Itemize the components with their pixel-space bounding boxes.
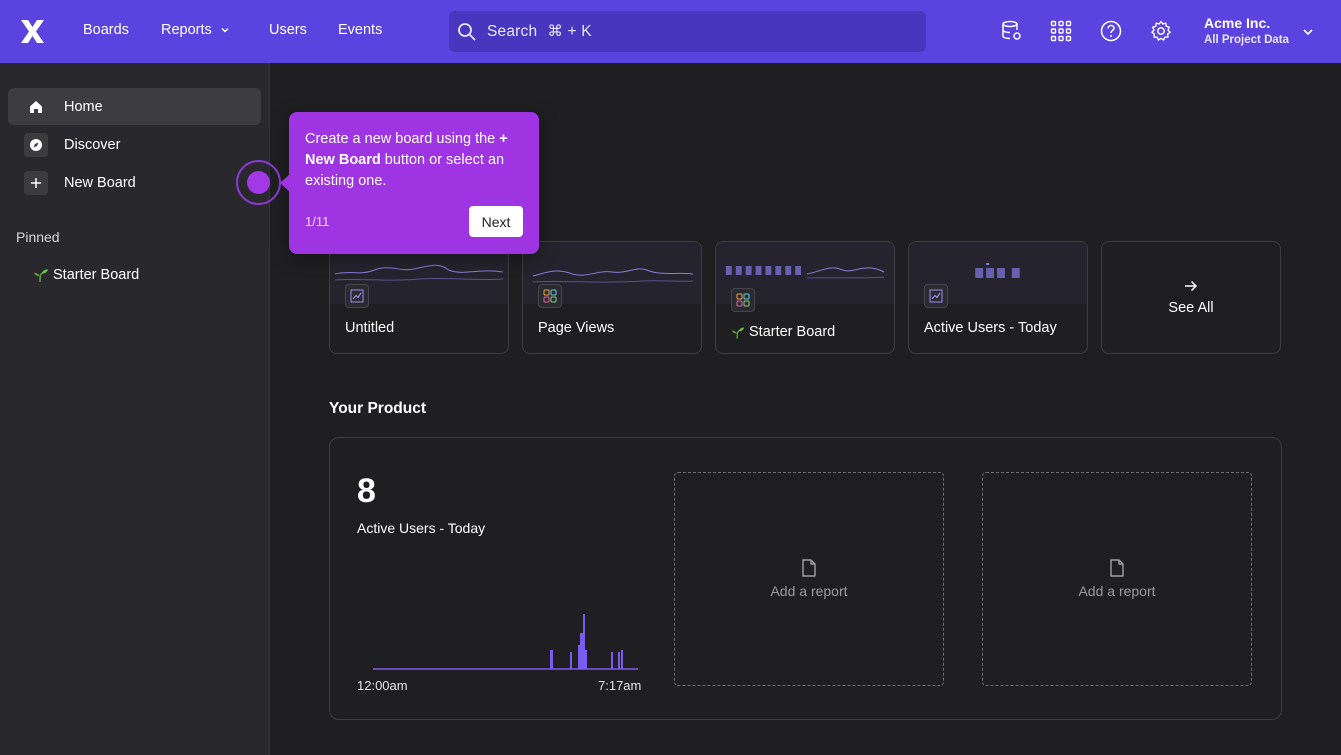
chevron-down-icon xyxy=(221,27,229,33)
board-card-active-users-today[interactable]: Active Users - Today xyxy=(908,241,1088,354)
line-chart-icon xyxy=(924,284,948,308)
tour-step-counter: 1/11 xyxy=(305,214,330,229)
pinned-item-label: Starter Board xyxy=(53,267,140,283)
nav-events[interactable]: Events xyxy=(338,22,382,38)
metric-value[interactable]: 8 xyxy=(357,472,376,511)
nav-users-label: Users xyxy=(269,22,307,38)
line-chart-icon xyxy=(345,284,369,308)
pinned-heading: Pinned xyxy=(16,229,60,245)
see-all-boards-button[interactable]: See All xyxy=(1101,241,1281,354)
add-report-slot[interactable]: Add a report xyxy=(982,472,1252,686)
sidebar-item-label: New Board xyxy=(64,174,136,191)
board-card-starter-board[interactable]: Starter Board xyxy=(715,241,895,354)
search-icon xyxy=(458,22,476,41)
see-all-label: See All xyxy=(1168,299,1214,316)
search-label: Search xyxy=(487,22,538,40)
nav-boards[interactable]: Boards xyxy=(83,22,129,38)
search-bar[interactable]: Search ⌘ + K xyxy=(449,11,926,52)
nav-events-label: Events xyxy=(338,22,383,38)
logo-icon[interactable] xyxy=(19,18,46,45)
tour-tooltip: Create a new board using the + New Board… xyxy=(280,112,539,254)
sidebar-item-discover[interactable]: Discover xyxy=(8,126,261,163)
grid-icon xyxy=(538,284,562,308)
board-card-untitled[interactable]: Untitled xyxy=(329,241,509,354)
nav-boards-label: Boards xyxy=(83,22,129,38)
database-settings-icon[interactable] xyxy=(1001,20,1023,42)
add-report-label: Add a report xyxy=(770,583,848,599)
board-card-label: Starter Board xyxy=(749,324,836,340)
chevron-down-icon[interactable] xyxy=(1302,27,1314,37)
add-report-slot[interactable]: Add a report xyxy=(674,472,944,686)
active-users-sparkline xyxy=(373,614,638,670)
sidebar-item-new-board[interactable]: New Board xyxy=(8,164,261,201)
help-icon[interactable] xyxy=(1100,20,1122,42)
tour-text-before: Create a new board using the xyxy=(305,131,496,147)
plus-icon xyxy=(24,170,48,195)
home-icon xyxy=(24,95,48,119)
org-scope: All Project Data xyxy=(1204,34,1289,46)
sidebar: Home Discover New Board Pinned Starter B… xyxy=(0,63,270,755)
nav-reports-label: Reports xyxy=(161,22,212,38)
sprout-icon xyxy=(731,327,745,339)
axis-end-label: 7:17am xyxy=(598,678,642,693)
sidebar-item-label: Discover xyxy=(64,136,121,153)
board-card-label: Untitled xyxy=(345,320,395,336)
board-card-page-views[interactable]: Page Views xyxy=(522,241,702,354)
document-icon xyxy=(1110,559,1124,577)
org-name: Acme Inc. xyxy=(1204,15,1271,31)
grid-icon xyxy=(731,288,755,312)
section-title: Your Product xyxy=(329,400,427,417)
settings-gear-icon[interactable] xyxy=(1150,20,1172,42)
document-icon xyxy=(802,559,816,577)
tour-next-button[interactable]: Next xyxy=(469,206,523,237)
search-shortcut: ⌘ + K xyxy=(547,23,592,40)
tour-text: Create a new board using the + New Board… xyxy=(305,129,523,192)
metric-label[interactable]: Active Users - Today xyxy=(357,520,485,536)
sidebar-item-label: Home xyxy=(64,98,103,115)
board-card-label-row: Starter Board xyxy=(731,324,835,340)
board-card-label: Active Users - Today xyxy=(924,320,1057,336)
axis-start-label: 12:00am xyxy=(357,678,408,693)
pinned-item-starter-board[interactable]: Starter Board xyxy=(33,267,139,283)
tour-beacon[interactable] xyxy=(247,171,270,194)
sidebar-item-home[interactable]: Home xyxy=(8,88,261,125)
nav-users[interactable]: Users xyxy=(269,22,307,38)
nav-reports[interactable]: Reports xyxy=(161,22,230,38)
organization-switcher[interactable]: Acme Inc. All Project Data xyxy=(1204,15,1289,46)
arrow-right-icon xyxy=(1185,280,1198,291)
top-navigation-bar: Boards Reports Users Events Search ⌘ + K xyxy=(0,0,1341,63)
add-report-label: Add a report xyxy=(1078,583,1156,599)
sprout-icon xyxy=(34,269,48,282)
apps-grid-icon[interactable] xyxy=(1050,20,1072,42)
board-card-label: Page Views xyxy=(538,320,615,336)
compass-icon xyxy=(24,132,48,157)
